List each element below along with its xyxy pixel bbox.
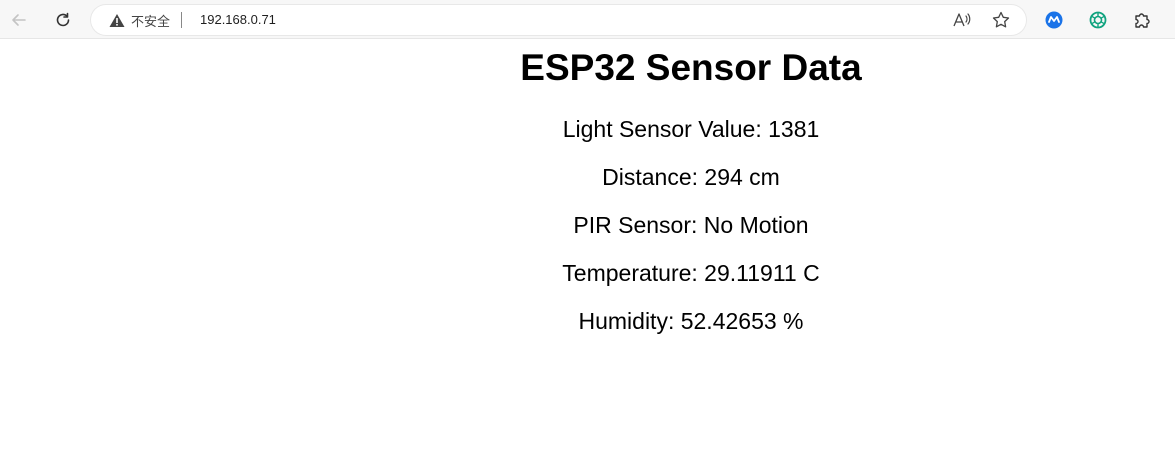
temperature-reading: Temperature: 29.11911 C	[562, 260, 820, 286]
address-bar[interactable]: 不安全 192.168.0.71	[91, 5, 1026, 35]
page-content: ESP32 Sensor Data Light Sensor Value: 13…	[0, 40, 1175, 451]
reload-icon	[56, 12, 70, 27]
favorite-button[interactable]	[987, 6, 1015, 34]
back-button[interactable]	[3, 4, 35, 36]
star-icon	[992, 11, 1010, 28]
url-text[interactable]: 192.168.0.71	[200, 5, 276, 35]
reload-button[interactable]	[47, 4, 79, 36]
warning-triangle-icon	[109, 13, 125, 27]
page-title: ESP32 Sensor Data	[520, 47, 862, 88]
address-divider	[181, 12, 183, 28]
security-label: 不安全	[131, 14, 171, 30]
site-security-indicator[interactable]: 不安全	[109, 5, 183, 35]
humidity-reading: Humidity: 52.42653 %	[578, 308, 804, 334]
puzzle-icon	[1135, 13, 1150, 28]
distance-reading: Distance: 294 cm	[602, 164, 780, 190]
extension-button-green[interactable]	[1082, 4, 1114, 36]
read-aloud-icon	[953, 13, 971, 27]
light-sensor-reading: Light Sensor Value: 1381	[562, 116, 820, 142]
extension-button-blue[interactable]	[1038, 4, 1070, 36]
read-aloud-button[interactable]	[948, 6, 976, 34]
browser-toolbar: 不安全 192.168.0.71	[0, 0, 1175, 39]
pir-sensor-reading: PIR Sensor: No Motion	[573, 212, 809, 238]
back-arrow-icon	[12, 14, 26, 26]
extensions-button[interactable]	[1126, 4, 1158, 36]
green-openai-icon	[1089, 11, 1107, 29]
blue-extension-icon	[1045, 11, 1063, 29]
